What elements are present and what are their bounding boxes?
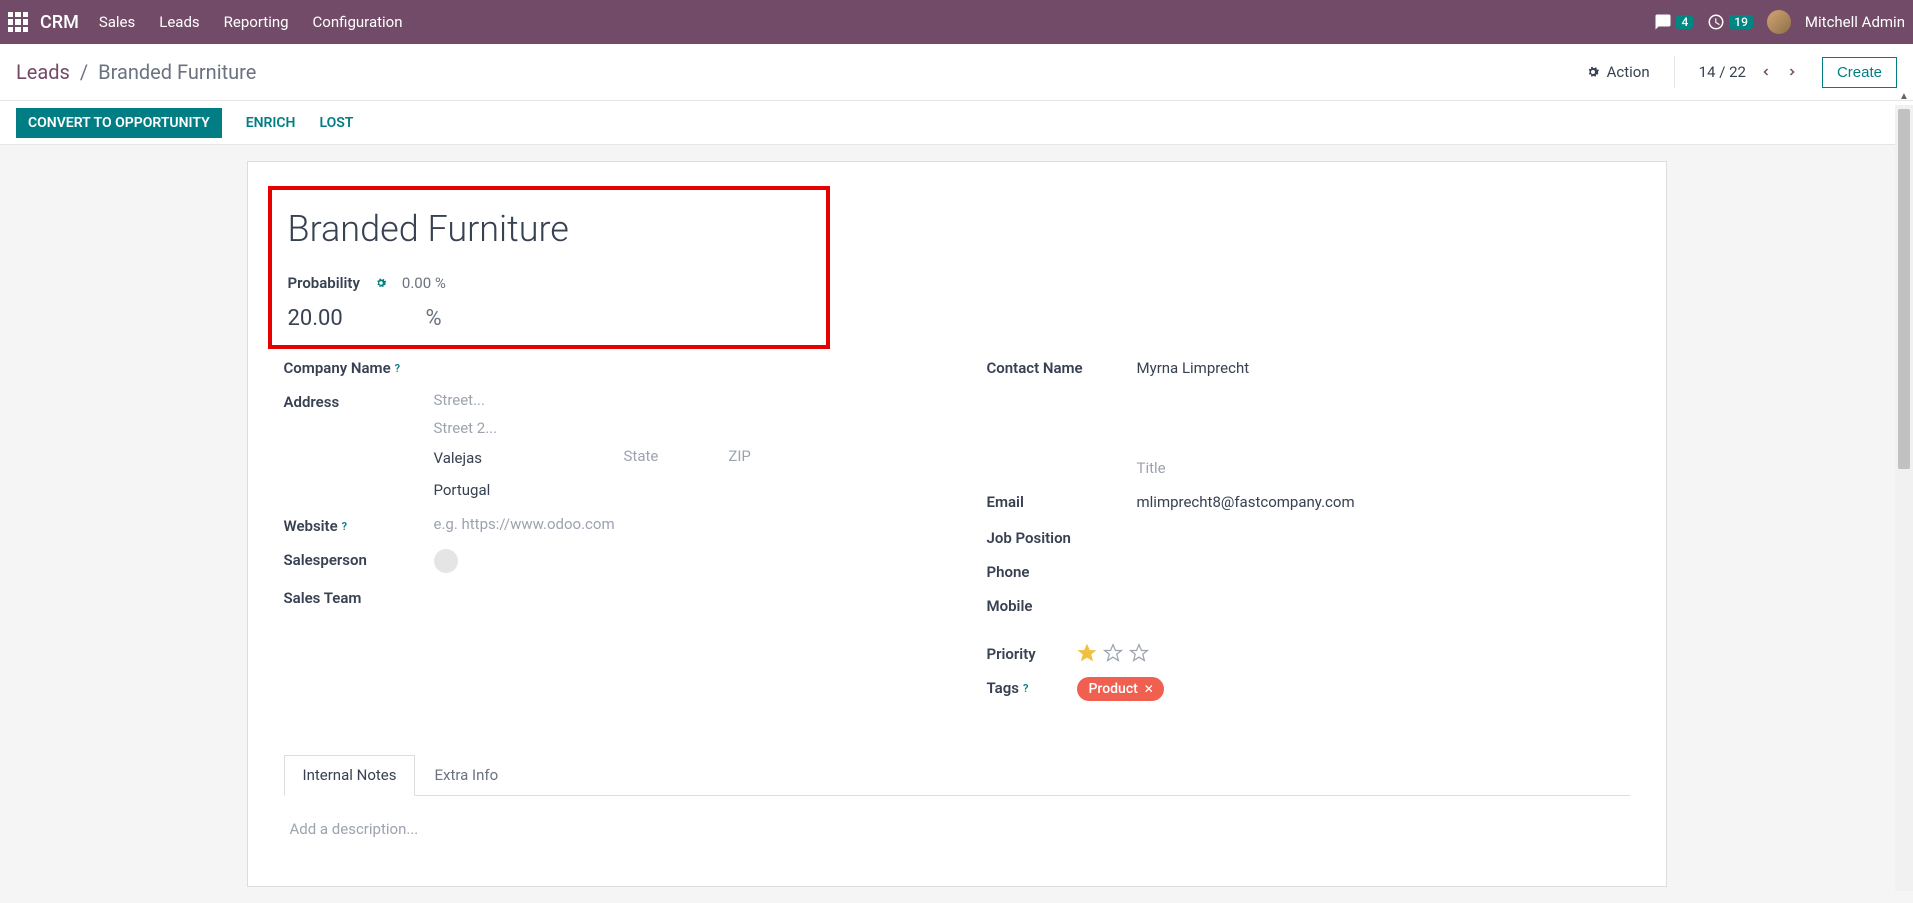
create-button[interactable]: Create — [1822, 57, 1897, 88]
phone-label: Phone — [987, 561, 1137, 581]
help-icon[interactable]: ? — [342, 520, 347, 533]
street2-input[interactable]: Street 2... — [434, 419, 927, 437]
probability-unit: % — [426, 306, 442, 331]
chevron-left-icon[interactable] — [1760, 66, 1772, 78]
sales-team-label: Sales Team — [284, 587, 434, 607]
probability-input[interactable]: 20.00 — [288, 306, 408, 331]
nav-leads[interactable]: Leads — [159, 13, 199, 31]
phone-input[interactable] — [1137, 561, 1630, 565]
salesperson-label: Salesperson — [284, 549, 434, 569]
content-wrap: Branded Furniture Probability 0.00 % 20.… — [0, 145, 1913, 903]
zip-input[interactable]: ZIP — [728, 447, 751, 469]
chevron-right-icon[interactable] — [1786, 66, 1798, 78]
topbar: CRM Sales Leads Reporting Configuration … — [0, 0, 1913, 44]
help-icon[interactable]: ? — [1023, 682, 1028, 695]
header-row: Leads / Branded Furniture Action 14 / 22… — [0, 44, 1913, 101]
probability-hint: 0.00 % — [402, 274, 446, 292]
status-bar: CONVERT TO OPPORTUNITY ENRICH LOST — [0, 101, 1913, 145]
company-name-input[interactable] — [434, 357, 927, 361]
highlighted-region: Branded Furniture Probability 0.00 % 20.… — [268, 186, 830, 349]
scrollbar[interactable]: ▲ — [1895, 105, 1913, 891]
breadcrumb: Leads / Branded Furniture — [16, 60, 256, 84]
apps-icon[interactable] — [8, 12, 28, 32]
contact-name-label: Contact Name — [987, 357, 1137, 377]
star-icon[interactable] — [1103, 643, 1123, 663]
tag-label: Product — [1089, 681, 1138, 697]
mobile-label: Mobile — [987, 595, 1137, 615]
website-input[interactable]: e.g. https://www.odoo.com — [434, 515, 927, 533]
state-input[interactable]: State — [624, 447, 659, 469]
star-icon[interactable] — [1077, 643, 1097, 663]
gear-icon — [1585, 64, 1601, 80]
clock-icon — [1707, 13, 1725, 31]
nav-reporting[interactable]: Reporting — [224, 13, 289, 31]
job-position-input[interactable] — [1137, 527, 1630, 531]
convert-button[interactable]: CONVERT TO OPPORTUNITY — [16, 108, 222, 138]
salesperson-avatar[interactable] — [434, 549, 458, 573]
tags-label: Tags? — [987, 677, 1077, 697]
country-input[interactable]: Portugal — [434, 479, 927, 501]
tab-internal-notes[interactable]: Internal Notes — [284, 755, 416, 796]
city-input[interactable]: Valejas — [434, 447, 554, 469]
priority-label: Priority — [987, 643, 1077, 663]
activities-badge: 19 — [1729, 15, 1753, 29]
mobile-input[interactable] — [1137, 595, 1630, 599]
help-icon[interactable]: ? — [395, 362, 400, 375]
job-position-label: Job Position — [987, 527, 1137, 547]
scrollbar-thumb[interactable] — [1898, 109, 1910, 469]
street-input[interactable]: Street... — [434, 391, 927, 409]
scroll-up-icon[interactable]: ▲ — [1899, 91, 1909, 102]
lost-button[interactable]: LOST — [319, 115, 353, 131]
breadcrumb-sep: / — [80, 60, 88, 84]
star-icon[interactable] — [1129, 643, 1149, 663]
company-name-label: Company Name? — [284, 357, 434, 377]
nav-sales[interactable]: Sales — [99, 13, 135, 31]
probability-label: Probability — [288, 274, 360, 292]
form-sheet: Branded Furniture Probability 0.00 % 20.… — [247, 161, 1667, 887]
address-label: Address — [284, 391, 434, 411]
website-label: Website? — [284, 515, 434, 535]
gear-icon[interactable] — [374, 276, 388, 290]
nav-configuration[interactable]: Configuration — [313, 13, 403, 31]
messages-button[interactable]: 4 — [1654, 13, 1693, 31]
tag-chip[interactable]: Product ✕ — [1077, 677, 1164, 701]
title-input[interactable]: Title — [1137, 459, 1217, 477]
lead-title[interactable]: Branded Furniture — [288, 208, 826, 250]
contact-name-input[interactable]: Myrna Limprecht — [1137, 357, 1630, 379]
tab-extra-info[interactable]: Extra Info — [415, 755, 517, 795]
breadcrumb-current: Branded Furniture — [98, 60, 256, 84]
user-menu[interactable]: Mitchell Admin — [1805, 13, 1905, 31]
email-input[interactable]: mlimprecht8@fastcompany.com — [1137, 491, 1630, 513]
form-right-column: Contact Name Myrna Limprecht Title Email… — [987, 357, 1630, 715]
action-label: Action — [1607, 63, 1650, 81]
priority-stars[interactable] — [1077, 643, 1630, 663]
action-dropdown[interactable]: Action — [1585, 63, 1650, 81]
breadcrumb-parent[interactable]: Leads — [16, 60, 70, 84]
description-input[interactable]: Add a description... — [290, 820, 419, 838]
messages-badge: 4 — [1676, 15, 1693, 29]
pager-text[interactable]: 14 / 22 — [1699, 63, 1746, 81]
sales-team-input[interactable] — [434, 587, 927, 591]
activities-button[interactable]: 19 — [1707, 13, 1753, 31]
email-label: Email — [987, 491, 1137, 511]
divider — [1674, 56, 1675, 88]
chat-icon — [1654, 13, 1672, 31]
form-left-column: Company Name? Address Street... Street 2… — [284, 357, 927, 715]
close-icon[interactable]: ✕ — [1144, 682, 1154, 696]
enrich-button[interactable]: ENRICH — [246, 115, 296, 131]
tab-content: Add a description... — [284, 796, 1630, 862]
pager: 14 / 22 — [1699, 63, 1798, 81]
app-brand[interactable]: CRM — [40, 12, 79, 33]
avatar[interactable] — [1767, 10, 1791, 34]
tabs: Internal Notes Extra Info — [284, 755, 1630, 796]
